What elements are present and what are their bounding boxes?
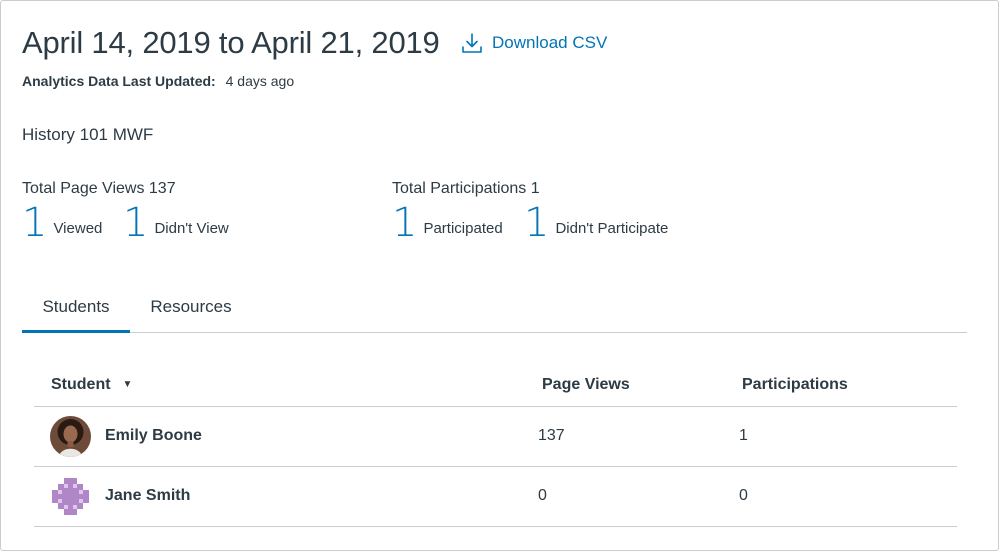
participated-label: Participated bbox=[423, 220, 503, 237]
not-participated-stat: 1 Didn't Participate bbox=[524, 200, 669, 246]
not-participated-count: 1 bbox=[524, 200, 550, 246]
total-participations-heading: Total Participations 1 bbox=[392, 180, 540, 197]
column-header-page-views[interactable]: Page Views bbox=[542, 376, 630, 394]
avatar[interactable] bbox=[50, 476, 91, 517]
table-row: Jane Smith 0 0 bbox=[34, 467, 957, 527]
analytics-panel: April 14, 2019 to April 21, 2019 Downloa… bbox=[0, 0, 999, 551]
not-participated-label: Didn't Participate bbox=[555, 220, 669, 237]
participations-value: 0 bbox=[739, 487, 748, 504]
download-csv-link[interactable]: Download CSV bbox=[461, 32, 607, 54]
students-table: Student ▼ Page Views Participations Emily… bbox=[34, 364, 957, 527]
last-updated-label: Analytics Data Last Updated: bbox=[22, 73, 216, 89]
not-viewed-stat: 1 Didn't View bbox=[123, 200, 229, 246]
tab-bar: Students Resources bbox=[22, 293, 967, 333]
not-viewed-count: 1 bbox=[123, 200, 149, 246]
tab-resources[interactable]: Resources bbox=[140, 293, 242, 333]
avatar[interactable] bbox=[50, 416, 91, 457]
column-header-student-label: Student bbox=[51, 376, 111, 393]
column-header-student[interactable]: Student ▼ bbox=[51, 376, 132, 394]
avatar-photo-icon bbox=[50, 416, 91, 457]
table-header: Student ▼ Page Views Participations bbox=[34, 364, 957, 407]
total-page-views-heading: Total Page Views 137 bbox=[22, 180, 176, 197]
page-views-value: 0 bbox=[538, 487, 547, 504]
not-viewed-label: Didn't View bbox=[154, 220, 229, 237]
participated-stat: 1 Participated bbox=[392, 200, 503, 246]
viewed-count: 1 bbox=[22, 200, 48, 246]
viewed-label: Viewed bbox=[53, 220, 103, 237]
course-name: History 101 MWF bbox=[22, 125, 154, 144]
student-name[interactable]: Emily Boone bbox=[105, 427, 202, 445]
table-row: Emily Boone 137 1 bbox=[34, 407, 957, 467]
last-updated-value: 4 days ago bbox=[225, 73, 295, 89]
participated-count: 1 bbox=[392, 200, 418, 246]
download-csv-label: Download CSV bbox=[492, 33, 608, 52]
viewed-stat: 1 Viewed bbox=[22, 200, 103, 246]
participations-value: 1 bbox=[739, 427, 748, 444]
last-updated: Analytics Data Last Updated: 4 days ago bbox=[22, 73, 294, 89]
page-views-value: 137 bbox=[538, 427, 565, 444]
download-icon bbox=[462, 33, 482, 53]
tab-students[interactable]: Students bbox=[22, 293, 130, 333]
page-title: April 14, 2019 to April 21, 2019 bbox=[22, 25, 440, 60]
student-name[interactable]: Jane Smith bbox=[105, 487, 190, 505]
avatar-pattern-icon bbox=[50, 476, 91, 517]
column-header-participations[interactable]: Participations bbox=[742, 376, 848, 394]
caret-down-icon: ▼ bbox=[122, 379, 133, 390]
